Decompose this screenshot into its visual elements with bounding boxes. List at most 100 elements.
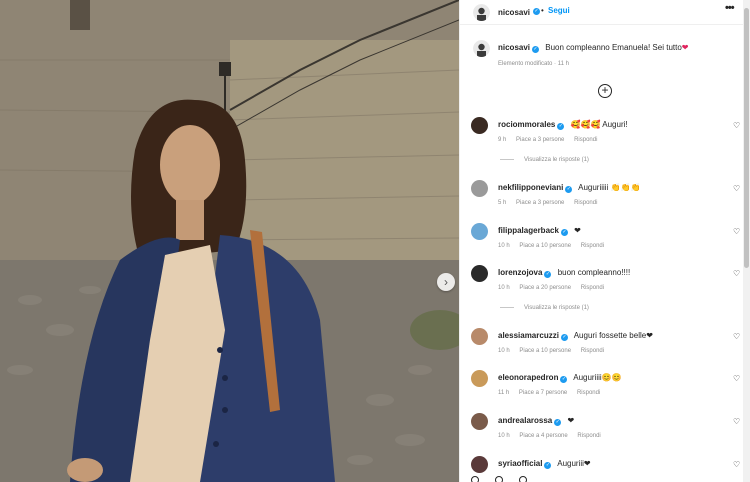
heart-outline-icon[interactable]: ♡ [733,374,740,383]
comment-text: ❤ [567,416,575,425]
add-circle-icon[interactable]: + [598,84,612,98]
more-horizontal-icon[interactable]: ••• [725,2,735,14]
comment-likes[interactable]: Piace a 10 persone [519,243,571,249]
commenter-avatar[interactable] [471,117,488,134]
caption-line: nicosavi ✓ Buon compleanno Emanuela! Sei … [498,43,689,53]
comment-line: lorenzojova ✓ buon compleanno!!!! [498,268,630,278]
comment-likes[interactable]: Piace a 3 persone [516,200,564,206]
commenter-username[interactable]: alessiamarcuzzi [498,331,559,340]
comment-line: nekfilipponeviani ✓ Auguriiiii 👏👏👏 [498,183,640,193]
comment-item: lorenzojova ✓ buon compleanno!!!! 10 h Pi… [460,265,750,309]
view-replies-button[interactable]: Visualizza le risposte (1) [500,305,589,311]
commenter-avatar[interactable] [471,265,488,282]
heart-outline-icon[interactable]: ♡ [733,227,740,236]
comment-time: 11 h [498,390,510,396]
follow-button[interactable]: Segui [548,6,570,15]
comment-line: filippalagerback ✓ ❤ [498,226,581,236]
commenter-avatar[interactable] [471,223,488,240]
post-header: nicosavi ✓ • Segui ••• [460,0,750,25]
heart-outline-icon[interactable]: ♡ [733,184,740,193]
comment-item: alessiamarcuzzi ✓ Auguri fossette belle❤ … [460,328,750,372]
commenter-username[interactable]: lorenzojova [498,268,542,277]
next-photo-button[interactable]: › [437,273,455,291]
author-username[interactable]: nicosavi [498,8,530,17]
like-icon[interactable] [471,476,479,482]
commenter-username[interactable]: andrealarossa [498,416,552,425]
verified-badge-icon: ✓ [554,419,562,426]
heart-outline-icon[interactable]: ♡ [733,269,740,278]
comment-likes[interactable]: Piace a 4 persone [519,433,567,439]
comment-meta: 10 h Piace a 20 persone Rispondi [498,285,612,291]
comment-text: Auguriiii😊😊 [573,373,622,382]
post-side-panel: nicosavi ✓ • Segui ••• nicosavi ✓ Buon co… [459,0,750,482]
scrollbar-thumb[interactable] [744,8,749,268]
verified-badge-icon: ✓ [532,46,540,53]
comment-meta: 11 h Piace a 7 persone Rispondi [498,390,608,396]
comment-text: Auguriiiii 👏👏👏 [578,183,641,192]
comment-text: Auguri fossette belle❤ [573,331,653,340]
verified-badge-icon: ✓ [557,123,565,130]
comment-meta: 10 h Piace a 10 persone Rispondi [498,348,612,354]
caption-author-avatar[interactable] [473,40,490,57]
verified-badge-icon: ✓ [533,8,540,15]
heart-emoji: ❤ [681,43,689,52]
comment-time: 10 h [498,433,510,439]
commenter-avatar[interactable] [471,180,488,197]
comment-icon[interactable] [495,476,503,482]
reply-button[interactable]: Rispondi [581,243,604,249]
reply-button[interactable]: Rispondi [581,285,604,291]
comment-time: 5 h [498,200,507,206]
comment-item: andrealarossa ✓ ❤ 10 h Piace a 4 persone … [460,413,750,457]
commenter-avatar[interactable] [471,328,488,345]
commenter-username[interactable]: eleonorapedron [498,373,558,382]
heart-outline-icon[interactable]: ♡ [733,121,740,130]
photo-illustration [0,0,459,482]
verified-badge-icon: ✓ [565,186,573,193]
commenter-username[interactable]: filippalagerback [498,226,559,235]
commenter-username[interactable]: rociommorales [498,120,555,129]
view-replies-button[interactable]: Visualizza le risposte (1) [500,157,589,163]
commenter-username[interactable]: nekfilipponeviani [498,183,563,192]
reply-button[interactable]: Rispondi [574,137,597,143]
heart-outline-icon[interactable]: ♡ [733,460,740,469]
comment-text: buon compleanno!!!! [557,268,631,277]
comment-likes[interactable]: Piace a 3 persone [516,137,564,143]
comment-item: rociommorales ✓ 🥰🥰🥰 Auguri! 9 h Piace a 3… [460,117,750,161]
verified-badge-icon: ✓ [544,271,552,278]
comment-line: alessiamarcuzzi ✓ Auguri fossette belle❤ [498,331,653,341]
comment-likes[interactable]: Piace a 7 persone [519,390,567,396]
commenter-avatar[interactable] [471,413,488,430]
separator-dot: • [541,6,544,15]
verified-badge-icon: ✓ [560,334,568,341]
share-icon[interactable] [519,476,527,482]
comment-likes[interactable]: Piace a 10 persone [519,348,571,354]
comment-text: ❤ [574,226,581,235]
verified-badge-icon: ✓ [560,376,568,383]
post-caption: nicosavi ✓ Buon compleanno Emanuela! Sei … [460,36,750,76]
comment-text: Auguriii❤ [557,459,591,468]
verified-badge-icon: ✓ [544,462,552,469]
comment-meta: 5 h Piace a 3 persone Rispondi [498,200,605,206]
reply-button[interactable]: Rispondi [577,390,600,396]
reply-button[interactable]: Rispondi [577,433,600,439]
heart-outline-icon[interactable]: ♡ [733,417,740,426]
comment-meta: 10 h Piace a 10 persone Rispondi [498,243,612,249]
comment-item: eleonorapedron ✓ Auguriiii😊😊 11 h Piace a… [460,370,750,414]
reply-button[interactable]: Rispondi [574,200,597,206]
comment-line: rociommorales ✓ 🥰🥰🥰 Auguri! [498,120,628,130]
reply-button[interactable]: Rispondi [581,348,604,354]
heart-outline-icon[interactable]: ♡ [733,332,740,341]
comment-likes[interactable]: Piace a 20 persone [519,285,571,291]
comment-meta: 10 h Piace a 4 persone Rispondi [498,433,609,439]
caption-username[interactable]: nicosavi [498,43,530,52]
comment-time: 10 h [498,348,510,354]
author-avatar[interactable] [473,4,490,21]
comment-meta: 9 h Piace a 3 persone Rispondi [498,137,605,143]
comment-item: filippalagerback ✓ ❤ 10 h Piace a 10 pers… [460,223,750,267]
commenter-username[interactable]: syriaofficial [498,459,542,468]
post-action-bar [460,476,750,482]
commenter-avatar[interactable] [471,456,488,473]
commenter-avatar[interactable] [471,370,488,387]
verified-badge-icon: ✓ [560,229,568,236]
comment-line: andrealarossa ✓ ❤ [498,416,574,426]
